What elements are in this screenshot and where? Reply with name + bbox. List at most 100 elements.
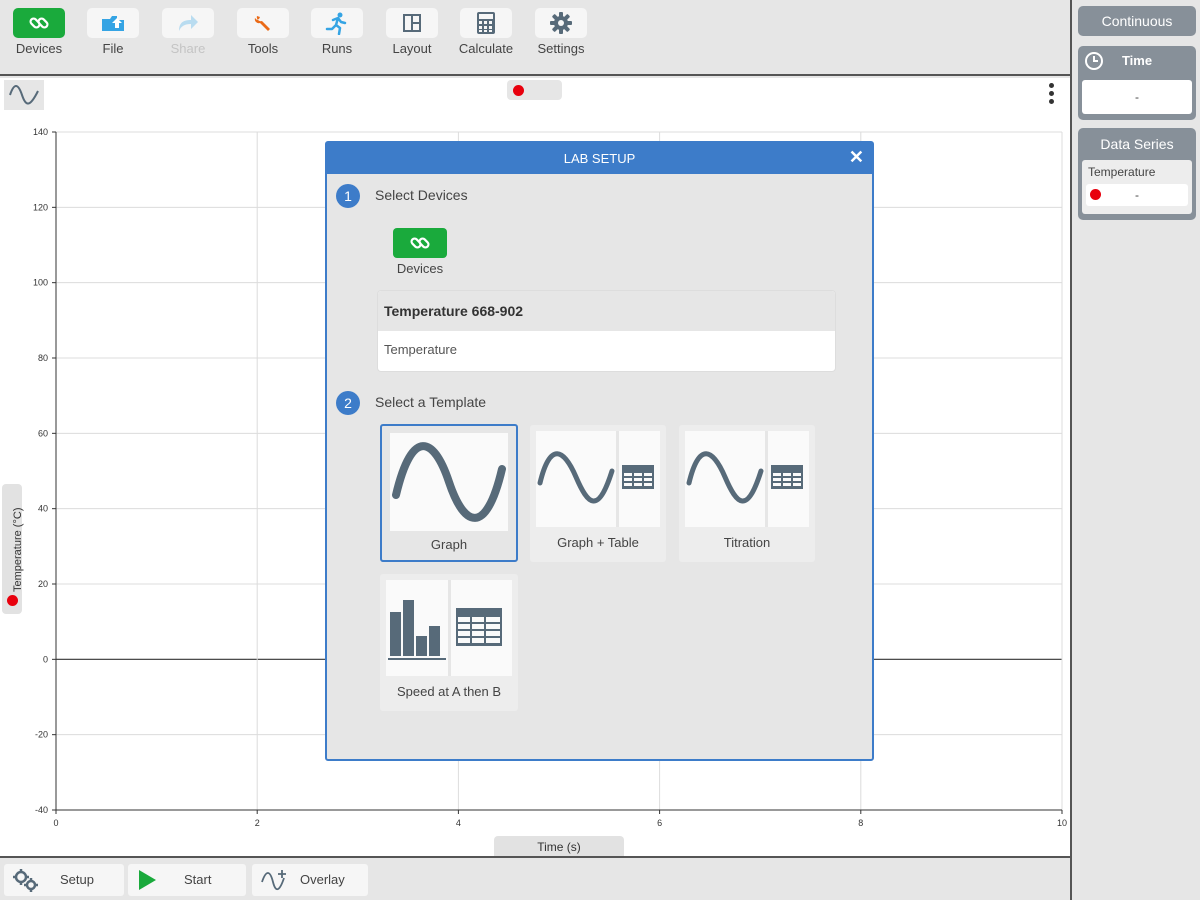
template-graph-table-label: Graph + Table (557, 535, 639, 550)
file-button[interactable]: File (78, 8, 148, 66)
y-tick-label: 100 (33, 278, 48, 288)
x-axis-label-button[interactable]: Time (s) (494, 836, 624, 856)
dialog-title: LAB SETUP (563, 151, 636, 166)
template-speed[interactable]: Speed at A then B (380, 574, 518, 711)
recording-indicator (507, 80, 562, 100)
device-name: Temperature 668-902 (378, 291, 835, 331)
devices-button[interactable]: Devices (4, 8, 74, 66)
play-icon (139, 870, 156, 890)
layout-button-label: Layout (392, 41, 432, 56)
series-item-temperature[interactable]: Temperature - (1082, 160, 1192, 214)
x-axis-label: Time (s) (537, 840, 581, 854)
settings-button-label: Settings (537, 41, 585, 56)
main-toolbar: Devices File Share Tools Runs Layout Cal… (0, 0, 1070, 76)
x-tick-label: 10 (1057, 818, 1067, 828)
layout-button[interactable]: Layout (377, 8, 447, 66)
y-axis-label: Temperature (°C) (12, 507, 24, 592)
x-tick-label: 4 (456, 818, 461, 828)
graph-template-icon (392, 442, 506, 522)
start-button[interactable]: Start (128, 864, 246, 896)
template-speed-label: Speed at A then B (396, 684, 502, 699)
y-axis-label-button[interactable]: Temperature (°C) (2, 484, 24, 614)
step-1-badge: 1 (336, 184, 360, 208)
wrench-icon (254, 16, 270, 31)
y-tick-label: 40 (38, 504, 48, 514)
devices-button-label: Devices (15, 41, 63, 56)
connected-device-card[interactable]: Temperature 668-902 Temperature (377, 290, 836, 372)
y-tick-label: 120 (33, 202, 48, 212)
template-titration-label: Titration (723, 535, 771, 550)
y-tick-label: 20 (38, 579, 48, 589)
titration-template-icon (686, 431, 803, 527)
step-2-label: Select a Template (375, 394, 487, 410)
tools-button[interactable]: Tools (228, 8, 298, 66)
graph-table-template-icon (537, 431, 654, 527)
runs-button-label: Runs (321, 41, 353, 56)
time-meter[interactable]: Time - (1078, 46, 1196, 120)
overlay-button-label: Overlay (300, 872, 345, 887)
record-dot (513, 85, 524, 96)
y-tick-label: 140 (33, 127, 48, 137)
dialog-title-bar: LAB SETUP ✕ (327, 143, 872, 174)
x-tick-label: 0 (53, 818, 58, 828)
setup-button[interactable]: Setup (4, 864, 124, 896)
data-series-panel[interactable]: Data Series Temperature - (1078, 128, 1196, 220)
folder-icon (102, 16, 124, 31)
x-tick-label: 6 (657, 818, 662, 828)
series-color-dot (1090, 189, 1101, 200)
gears-icon (13, 869, 38, 892)
graph-view-tab[interactable] (4, 80, 44, 110)
step-1-label: Select Devices (375, 187, 468, 203)
share-icon (179, 15, 198, 31)
y-tick-label: -20 (35, 730, 48, 740)
y-tick-label: -40 (35, 805, 48, 815)
settings-button[interactable]: Settings (526, 8, 596, 66)
time-meter-label: Time (1121, 53, 1153, 68)
bottom-bar: Setup Start Overlay (0, 856, 1070, 900)
calculator-icon (477, 12, 495, 34)
series-value: - (1135, 188, 1139, 202)
template-graph-table[interactable]: Graph + Table (530, 425, 666, 562)
calculate-button[interactable]: Calculate (451, 8, 521, 66)
collection-mode-button[interactable]: Continuous (1078, 6, 1196, 36)
template-graph[interactable]: Graph (380, 424, 518, 562)
speed-template-icon (388, 580, 502, 676)
lab-setup-dialog: LAB SETUP ✕ 1 Select Devices Devices Tem… (325, 141, 874, 761)
dialog-devices-button[interactable] (393, 228, 447, 258)
graph-header (0, 78, 1070, 110)
dialog-devices-label: Devices (396, 261, 444, 276)
y-tick-label: 80 (38, 353, 48, 363)
y-tick-label: 60 (38, 428, 48, 438)
runs-button[interactable]: Runs (302, 8, 372, 66)
x-tick-label: 8 (858, 818, 863, 828)
step-2-badge: 2 (336, 391, 360, 415)
gear-icon (550, 12, 572, 34)
close-icon[interactable]: ✕ (849, 143, 864, 172)
sine-wave-icon (9, 85, 39, 105)
template-titration[interactable]: Titration (679, 425, 815, 562)
share-button-label: Share (170, 41, 206, 56)
template-graph-label: Graph (430, 537, 468, 552)
calculate-button-label: Calculate (458, 41, 514, 56)
link-icon (29, 17, 49, 29)
y-axis-series-dot (7, 595, 18, 606)
link-icon (410, 237, 430, 249)
start-button-label: Start (184, 872, 212, 887)
y-tick-label: 0 (43, 654, 48, 664)
clock-icon (1085, 52, 1103, 70)
graph-options-button[interactable] (1045, 82, 1057, 108)
overlay-icon (261, 870, 286, 891)
tools-button-label: Tools (247, 41, 279, 56)
overlay-button[interactable]: Overlay (252, 864, 368, 896)
time-meter-value: - (1135, 90, 1139, 104)
layout-icon (403, 14, 421, 32)
data-series-title: Data Series (1100, 136, 1174, 152)
device-sensor: Temperature (384, 342, 457, 357)
runner-icon (325, 12, 347, 35)
file-button-label: File (102, 41, 124, 56)
setup-button-label: Setup (60, 872, 94, 887)
x-tick-label: 2 (255, 818, 260, 828)
series-name: Temperature (1088, 165, 1156, 179)
meter-panel: Continuous Time - Data Series Temperatur… (1070, 0, 1200, 900)
share-button[interactable]: Share (153, 8, 223, 66)
